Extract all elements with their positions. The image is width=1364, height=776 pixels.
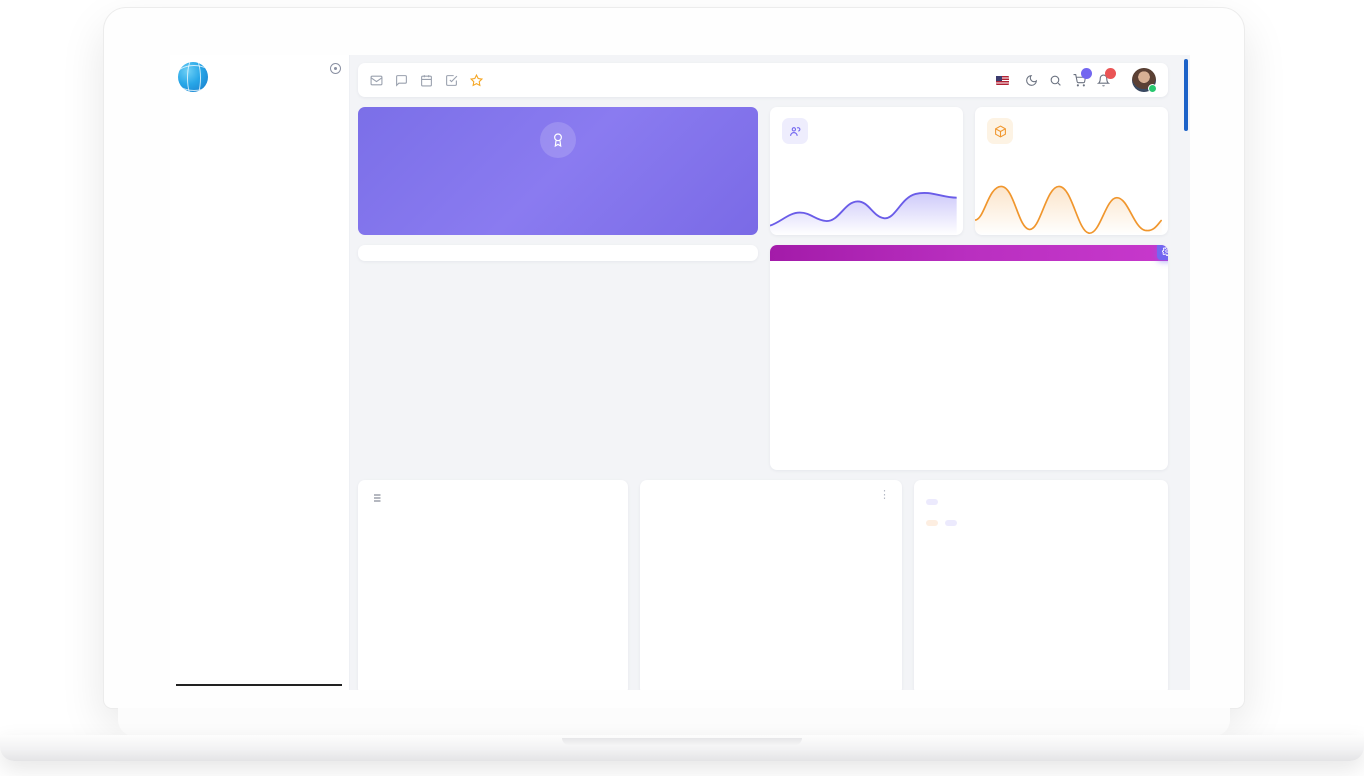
tag-figma[interactable]	[926, 520, 938, 526]
cart-badge	[1081, 67, 1092, 79]
team-tags	[926, 520, 1156, 526]
box-icon	[987, 118, 1013, 144]
mail-icon[interactable]	[370, 74, 383, 87]
page-scrollbar[interactable]	[1184, 59, 1188, 131]
us-flag-icon	[996, 75, 1009, 85]
app-design-card	[914, 480, 1168, 690]
subscribers-icon	[782, 118, 808, 144]
laptop-mockup: ⋮	[0, 0, 1364, 776]
referral-income-card	[975, 107, 1168, 235]
bottom-row: ⋮	[358, 480, 1168, 690]
more-vertical-icon[interactable]: ⋮	[879, 490, 890, 500]
task-icon[interactable]	[445, 74, 458, 87]
gear-icon[interactable]	[1157, 245, 1168, 260]
main-content: ⋮	[350, 55, 1190, 690]
date-chip	[926, 499, 938, 505]
moon-icon[interactable]	[1025, 74, 1038, 87]
list-icon	[370, 492, 382, 507]
user-timeline-card	[358, 480, 628, 690]
sidebar	[170, 55, 350, 690]
award-icon	[540, 122, 576, 158]
bell-badge	[1105, 67, 1116, 79]
sales-chart-card: ⋮	[640, 480, 902, 690]
language-selector[interactable]	[996, 75, 1014, 85]
top-navbar	[358, 63, 1168, 97]
bell-icon[interactable]	[1097, 67, 1116, 87]
browser-viewport: ⋮	[170, 55, 1190, 690]
sidebar-nav	[170, 103, 349, 105]
radar-chart	[652, 500, 890, 645]
subscribers-sparkline	[770, 192, 957, 235]
timeline-header	[370, 492, 616, 507]
latest-joinings-card	[770, 245, 1168, 470]
record-icon	[330, 63, 341, 74]
summary-row	[358, 107, 1168, 235]
search-icon[interactable]	[1049, 74, 1062, 87]
tag-wireframe[interactable]	[945, 520, 957, 526]
cart-icon[interactable]	[1073, 67, 1092, 87]
star-icon[interactable]	[470, 73, 483, 87]
laptop-foot	[118, 708, 1230, 736]
referral-income-sparkline	[975, 185, 1162, 235]
laptop-base	[0, 735, 1364, 761]
stats-card	[358, 245, 758, 261]
subscribers-card	[770, 107, 963, 235]
avatar[interactable]	[1132, 68, 1157, 93]
calendar-icon[interactable]	[420, 74, 433, 87]
brand-logo[interactable]	[170, 55, 349, 103]
globe-icon	[178, 62, 208, 92]
sidebar-divider	[176, 684, 342, 686]
table-header-banner	[770, 245, 1168, 261]
stats-and-table-row	[358, 245, 1168, 470]
chat-icon[interactable]	[395, 74, 408, 87]
congratulations-card	[358, 107, 758, 235]
